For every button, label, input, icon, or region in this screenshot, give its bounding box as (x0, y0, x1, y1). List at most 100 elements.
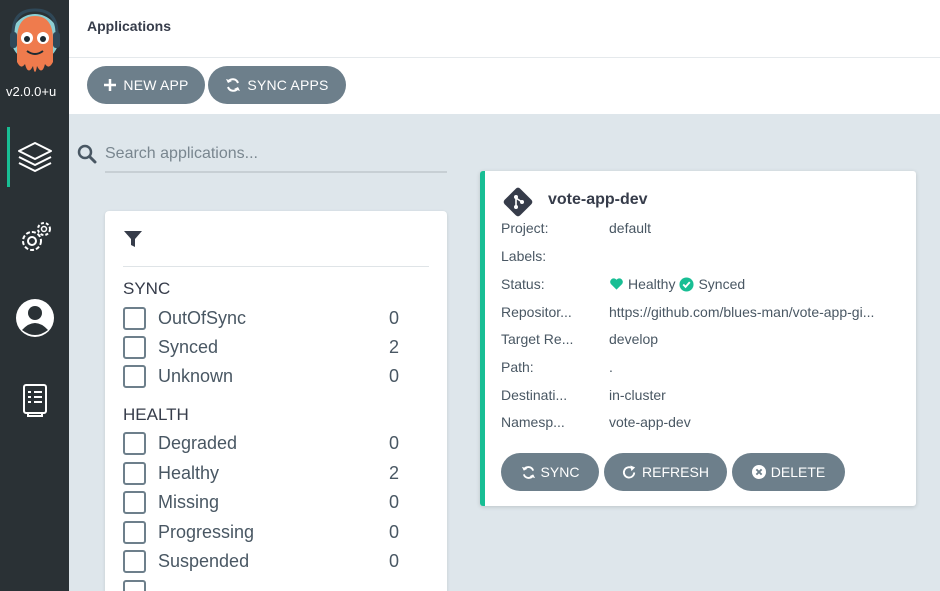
field-namespace: Namesp... vote-app-dev (501, 414, 911, 434)
filter-count: 2 (388, 462, 399, 483)
field-key: Labels: (501, 248, 547, 264)
search-underline (105, 171, 447, 173)
filter-section-sync: SYNC (123, 279, 171, 298)
sync-status: Synced (698, 276, 746, 292)
layers-icon (17, 142, 52, 172)
field-path: Path: . (501, 359, 911, 379)
check-circle-icon (679, 276, 694, 292)
plus-icon (104, 79, 117, 91)
filter-option-healthy[interactable]: Healthy 2 (123, 460, 399, 486)
delete-label: DELETE (770, 464, 826, 480)
filter-option-missing[interactable]: Missing 0 (123, 489, 399, 515)
field-project: Project: default (501, 220, 911, 240)
filter-label: Unknown (158, 365, 234, 386)
filter-panel: SYNC OutOfSync 0 Synced 2 Unknown 0 HEAL… (105, 211, 447, 591)
checkbox[interactable] (123, 549, 146, 573)
filter-label: Synced (158, 336, 219, 357)
field-destination: Destinati... in-cluster (501, 387, 911, 407)
filter-header (123, 227, 429, 267)
sync-apps-label: SYNC APPS (247, 77, 329, 93)
filter-option-progressing[interactable]: Progressing 0 (123, 519, 399, 545)
search-icon (77, 144, 97, 164)
top-bar: Applications (69, 0, 940, 58)
sync-label: SYNC (540, 464, 580, 480)
field-repository: Repositor... https://github.com/blues-ma… (501, 304, 911, 324)
times-circle-icon (751, 465, 766, 479)
filter-option-outofsync[interactable]: OutOfSync 0 (123, 305, 399, 331)
field-value: vote-app-dev (609, 414, 691, 430)
checkbox[interactable] (123, 335, 146, 359)
checkbox[interactable] (123, 490, 146, 514)
filter-label: Missing (158, 491, 220, 512)
filter-option-unknown[interactable]: Unknown 0 (123, 363, 399, 389)
sidebar-item-settings[interactable] (0, 208, 69, 268)
app-card[interactable]: vote-app-dev Project: default Labels: St… (480, 171, 916, 506)
checkbox[interactable] (123, 520, 146, 544)
filter-count: 0 (388, 521, 399, 542)
field-labels: Labels: (501, 248, 911, 268)
sync-apps-button[interactable]: SYNC APPS (208, 66, 346, 104)
filter-icon (124, 231, 142, 247)
sync-icon (521, 465, 535, 479)
filter-section-health: HEALTH (123, 405, 189, 424)
checkbox[interactable] (123, 364, 146, 388)
field-target-revision: Target Re... develop (501, 331, 911, 351)
filter-option-suspended[interactable]: Suspended 0 (123, 548, 399, 574)
filter-label: Progressing (158, 521, 255, 542)
book-icon (22, 384, 47, 417)
field-value: https://github.com/blues-man/vote-app-gi… (609, 304, 875, 320)
version-label: v2.0.0+u (6, 84, 57, 99)
field-key: Destinati... (501, 387, 568, 403)
field-value: default (609, 220, 652, 236)
status-value: Healthy Synced (609, 276, 904, 292)
filter-count: 2 (388, 336, 399, 357)
heart-icon (610, 278, 623, 290)
filter-count: 0 (388, 307, 399, 328)
checkbox[interactable] (123, 461, 146, 485)
refresh-button[interactable]: REFRESH (604, 453, 727, 491)
checkbox[interactable] (123, 579, 146, 591)
delete-button[interactable]: DELETE (732, 453, 845, 491)
new-app-label: NEW APP (123, 77, 189, 93)
field-key: Project: (501, 220, 549, 236)
sidebar-item-user-info[interactable] (0, 288, 69, 348)
filter-option-degraded[interactable]: Degraded 0 (123, 430, 399, 456)
filter-count: 0 (388, 491, 399, 512)
field-value: develop (609, 331, 659, 347)
redo-icon (622, 464, 636, 478)
sidebar: v2.0.0+u (0, 0, 69, 591)
sync-button[interactable]: SYNC (501, 453, 599, 491)
filter-count: 0 (388, 432, 399, 453)
toolbar: NEW APP SYNC APPS (69, 58, 940, 114)
filter-option-partial[interactable] (123, 578, 399, 591)
field-key: Path: (501, 359, 534, 375)
filter-count: 0 (388, 550, 399, 571)
sync-icon (226, 78, 241, 92)
field-key: Status: (501, 276, 545, 292)
health-status: Healthy (628, 276, 676, 292)
filter-label: OutOfSync (158, 307, 247, 328)
app-name[interactable]: vote-app-dev (548, 191, 648, 209)
argo-octopus-icon (10, 8, 60, 72)
search-box (77, 138, 447, 174)
filter-label: Degraded (158, 432, 238, 453)
sidebar-item-applications[interactable] (0, 127, 69, 187)
sidebar-item-documentation[interactable] (0, 370, 69, 430)
field-value: . (609, 359, 613, 375)
filter-label: Suspended (158, 550, 250, 571)
checkbox[interactable] (123, 306, 146, 330)
field-key: Target Re... (501, 331, 574, 347)
argo-logo[interactable]: v2.0.0+u (0, 0, 69, 110)
filter-option-synced[interactable]: Synced 2 (123, 334, 399, 360)
checkbox[interactable] (123, 431, 146, 455)
user-circle-icon (15, 299, 54, 337)
gears-icon (21, 222, 51, 251)
refresh-label: REFRESH (642, 464, 709, 480)
field-key: Namesp... (501, 414, 565, 430)
new-app-button[interactable]: NEW APP (87, 66, 205, 104)
field-value: in-cluster (609, 387, 666, 403)
field-status: Status: Healthy Synced (501, 276, 911, 296)
page-title: Applications (87, 18, 172, 34)
search-input[interactable] (105, 140, 445, 168)
filter-label: Healthy (158, 462, 220, 483)
